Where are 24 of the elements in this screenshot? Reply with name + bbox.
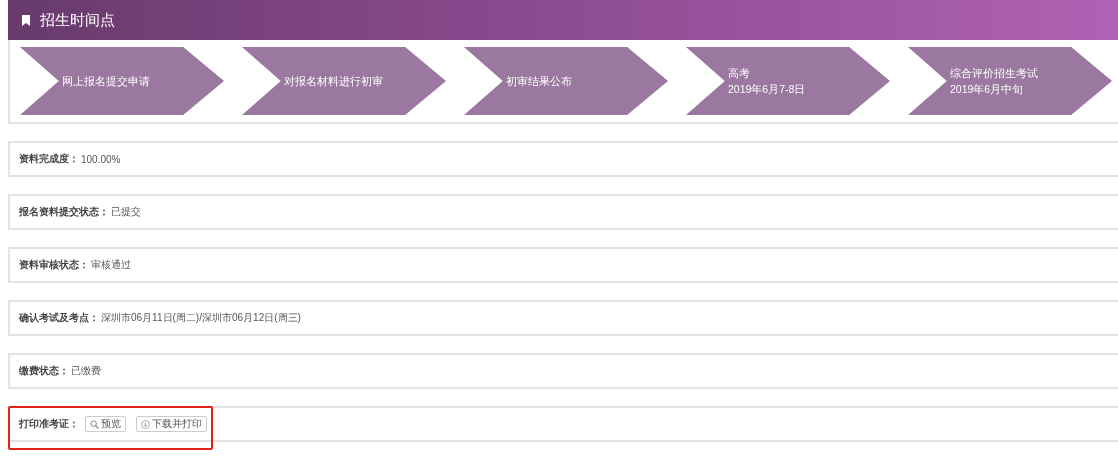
preview-button[interactable]: 预览 [85, 416, 126, 432]
field-value: 深圳市06月11日(周二)/深圳市06月12日(周三) [101, 311, 301, 325]
download-icon [141, 419, 150, 429]
field-value: 已提交 [111, 205, 141, 219]
bookmark-icon [22, 14, 30, 26]
step-title: 高考 [728, 66, 751, 81]
download-button[interactable]: 下载并打印 [136, 416, 207, 432]
field-value: 100.00% [81, 153, 121, 165]
step-date: 2019年6月7-8日 [728, 82, 807, 97]
field-value: 审核通过 [91, 258, 131, 272]
step-date: 2019年6月中旬 [950, 82, 1025, 97]
field-label: 报名资料提交状态： [19, 205, 109, 219]
field-label: 确认考试及考点： [19, 311, 99, 325]
section-title: 招生时间点 [40, 10, 115, 30]
field-value: 已缴费 [71, 364, 101, 378]
field-label: 资料完成度： [19, 152, 79, 166]
field-label: 资料审核状态： [19, 258, 89, 272]
step-title: 初审结果公布 [506, 74, 573, 89]
step-title: 综合评价招生考试 [950, 66, 1039, 81]
step-title: 网上报名提交申请 [62, 74, 151, 89]
search-icon [90, 419, 99, 429]
step-title: 对报名材料进行初审 [284, 74, 384, 89]
field-label: 打印准考证： [19, 417, 79, 431]
field-label: 缴费状态： [19, 364, 69, 378]
